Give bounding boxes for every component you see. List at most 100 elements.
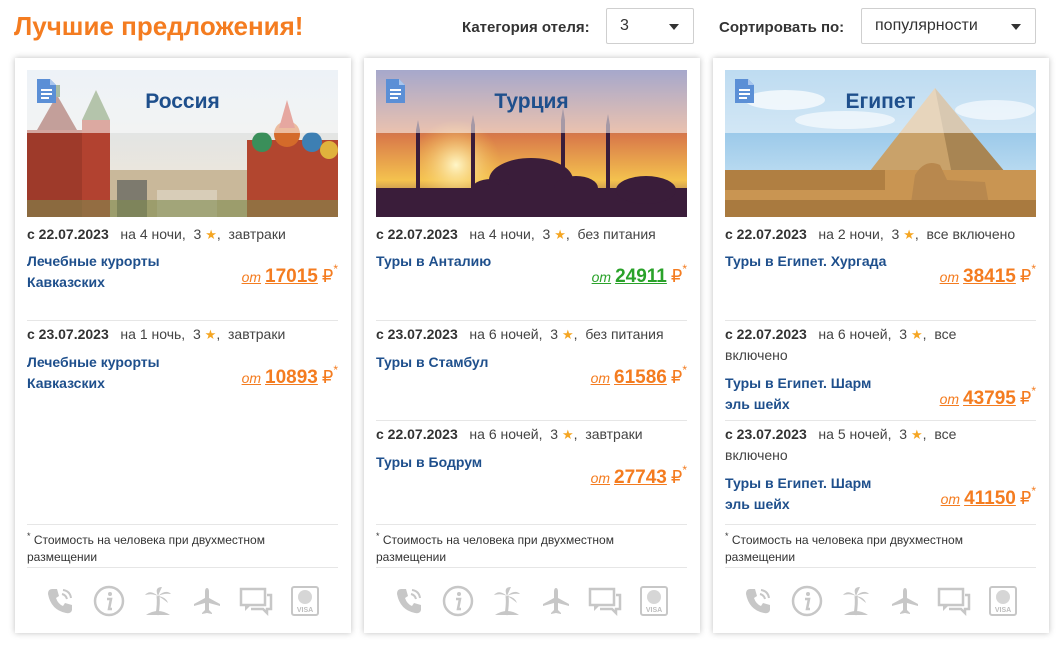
info-icon[interactable] bbox=[91, 583, 127, 619]
info-icon[interactable] bbox=[440, 583, 476, 619]
palm-beach-icon[interactable] bbox=[838, 583, 874, 619]
offer-meta: с 22.07.2023 на 6 ночей, 3 ★, все включе… bbox=[725, 326, 957, 363]
palm-beach-icon[interactable] bbox=[489, 583, 525, 619]
tour-link[interactable]: Туры в Бодрум bbox=[376, 452, 546, 473]
offer-date: с 23.07.2023 bbox=[376, 326, 458, 342]
offer-meta: с 23.07.2023 на 5 ночей, 3 ★, все включе… bbox=[725, 426, 957, 463]
destination-image-egypt[interactable]: Египет bbox=[725, 70, 1036, 217]
price-footnote: * Стоимость на человека при двухместном … bbox=[376, 524, 687, 566]
tour-link[interactable]: Туры в Египет. Шарм эль шейх bbox=[725, 373, 895, 415]
chat-icon[interactable] bbox=[238, 583, 274, 619]
offer-stars: 3 bbox=[891, 226, 900, 242]
offer-card-russia: Россия с 22.07.2023 на 4 ночи, 3 ★, завт… bbox=[15, 58, 351, 633]
offer-row[interactable]: с 22.07.2023 на 4 ночи, 3 ★, без питания… bbox=[376, 224, 687, 321]
star-icon: ★ bbox=[204, 327, 217, 342]
phone-icon[interactable] bbox=[740, 583, 776, 619]
offer-meta: с 22.07.2023 на 6 ночей, 3 ★, завтраки bbox=[376, 426, 643, 442]
destination-image-russia[interactable]: Россия bbox=[27, 70, 338, 217]
offer-price[interactable]: от 17015 ₽* bbox=[242, 262, 338, 288]
document-icon[interactable] bbox=[733, 78, 755, 104]
country-title[interactable]: Египет bbox=[725, 70, 1036, 133]
sort-select[interactable]: популярности bbox=[861, 8, 1036, 44]
offer-row[interactable]: с 22.07.2023 на 4 ночи, 3 ★, завтраки Ле… bbox=[27, 224, 338, 321]
star-icon: ★ bbox=[903, 227, 915, 242]
offer-row[interactable]: с 22.07.2023 на 6 ночей, 3 ★, завтраки Т… bbox=[376, 424, 687, 521]
offer-price[interactable]: от 41150 ₽* bbox=[941, 484, 1036, 510]
offer-stars: 3 bbox=[899, 426, 908, 442]
tour-link[interactable]: Лечебные курорты Кавказских bbox=[27, 251, 197, 293]
offer-nights: на 4 ночи, bbox=[469, 226, 535, 242]
service-icons-row: VISA bbox=[376, 567, 687, 633]
offer-meta: с 22.07.2023 на 2 ночи, 3 ★, все включен… bbox=[725, 226, 1016, 242]
hotel-category-value: 3 bbox=[620, 17, 629, 34]
offer-stars: 3 bbox=[550, 326, 559, 342]
airplane-icon[interactable] bbox=[887, 583, 923, 619]
offer-row[interactable]: с 23.07.2023 на 1 ночь, 3 ★, завтраки Ле… bbox=[27, 324, 338, 424]
offer-nights: на 2 ночи, bbox=[818, 226, 884, 242]
price-footnote: * Стоимость на человека при двухместном … bbox=[725, 524, 1036, 566]
offer-stars: 3 bbox=[899, 326, 908, 342]
offer-meta: с 22.07.2023 на 4 ночи, 3 ★, завтраки bbox=[27, 226, 286, 242]
airplane-icon[interactable] bbox=[538, 583, 574, 619]
visa-card-icon[interactable]: VISA bbox=[636, 583, 672, 619]
country-title[interactable]: Россия bbox=[27, 70, 338, 133]
star-icon: ★ bbox=[561, 427, 574, 442]
hotel-category-label: Категория отеля: bbox=[462, 19, 590, 36]
chat-icon[interactable] bbox=[936, 583, 972, 619]
offer-nights: на 6 ночей, bbox=[469, 326, 543, 342]
offer-nights: на 6 ночей, bbox=[469, 426, 543, 442]
visa-card-icon[interactable]: VISA bbox=[287, 583, 323, 619]
palm-beach-icon[interactable] bbox=[140, 583, 176, 619]
offer-price[interactable]: от 24911 ₽* bbox=[592, 262, 687, 288]
offer-meta: с 23.07.2023 на 1 ночь, 3 ★, завтраки bbox=[27, 326, 286, 342]
destination-image-turkey[interactable]: Турция bbox=[376, 70, 687, 217]
offer-meal: все включено bbox=[926, 226, 1016, 242]
offer-date: с 22.07.2023 bbox=[376, 426, 458, 442]
visa-card-icon[interactable]: VISA bbox=[985, 583, 1021, 619]
airplane-icon[interactable] bbox=[189, 583, 225, 619]
offer-price[interactable]: от 10893 ₽* bbox=[242, 363, 338, 389]
svg-text:VISA: VISA bbox=[297, 607, 313, 614]
offer-date: с 23.07.2023 bbox=[725, 426, 807, 442]
offer-price[interactable]: от 61586 ₽* bbox=[591, 363, 687, 389]
sort-value: популярности bbox=[875, 17, 978, 34]
tour-link[interactable]: Туры в Египет. Шарм эль шейх bbox=[725, 473, 895, 515]
chevron-down-icon bbox=[669, 24, 679, 30]
offer-price[interactable]: от 27743 ₽* bbox=[591, 463, 687, 489]
offer-date: с 23.07.2023 bbox=[27, 326, 109, 342]
offer-meal: завтраки bbox=[228, 226, 286, 242]
country-title[interactable]: Турция bbox=[376, 70, 687, 133]
service-icons-row: VISA bbox=[725, 567, 1036, 633]
star-icon: ★ bbox=[910, 327, 923, 342]
offer-row[interactable]: с 23.07.2023 на 6 ночей, 3 ★, без питани… bbox=[376, 324, 687, 421]
offer-row[interactable]: с 22.07.2023 на 6 ночей, 3 ★, все включе… bbox=[725, 324, 1036, 421]
tour-link[interactable]: Туры в Стамбул bbox=[376, 352, 546, 373]
offer-price[interactable]: от 43795 ₽* bbox=[940, 384, 1036, 410]
tour-link[interactable]: Туры в Египет. Хургада bbox=[725, 251, 915, 272]
offer-row[interactable]: с 23.07.2023 на 5 ночей, 3 ★, все включе… bbox=[725, 424, 1036, 521]
svg-text:VISA: VISA bbox=[646, 607, 662, 614]
phone-icon[interactable] bbox=[42, 583, 78, 619]
hotel-category-select[interactable]: 3 bbox=[606, 8, 694, 44]
svg-text:VISA: VISA bbox=[995, 607, 1011, 614]
chat-icon[interactable] bbox=[587, 583, 623, 619]
offer-card-turkey: Турция с 22.07.2023 на 4 ночи, 3 ★, без … bbox=[364, 58, 700, 633]
tour-link[interactable]: Лечебные курорты Кавказских bbox=[27, 352, 197, 394]
document-icon[interactable] bbox=[35, 78, 57, 104]
offer-meta: с 23.07.2023 на 6 ночей, 3 ★, без питани… bbox=[376, 326, 664, 342]
tour-link[interactable]: Туры в Анталию bbox=[376, 251, 546, 272]
offer-meal: завтраки bbox=[228, 326, 286, 342]
offer-nights: на 1 ночь, bbox=[120, 326, 186, 342]
offer-date: с 22.07.2023 bbox=[725, 226, 807, 242]
document-icon[interactable] bbox=[384, 78, 406, 104]
offer-meal: завтраки bbox=[585, 426, 643, 442]
offer-stars: 3 bbox=[550, 426, 559, 442]
price-footnote: * Стоимость на человека при двухместном … bbox=[27, 524, 338, 566]
phone-icon[interactable] bbox=[391, 583, 427, 619]
offer-nights: на 5 ночей, bbox=[818, 426, 892, 442]
offer-row[interactable]: с 22.07.2023 на 2 ночи, 3 ★, все включен… bbox=[725, 224, 1036, 321]
offer-price[interactable]: от 38415 ₽* bbox=[940, 262, 1036, 288]
info-icon[interactable] bbox=[789, 583, 825, 619]
star-icon: ★ bbox=[561, 327, 574, 342]
service-icons-row: VISA bbox=[27, 567, 338, 633]
